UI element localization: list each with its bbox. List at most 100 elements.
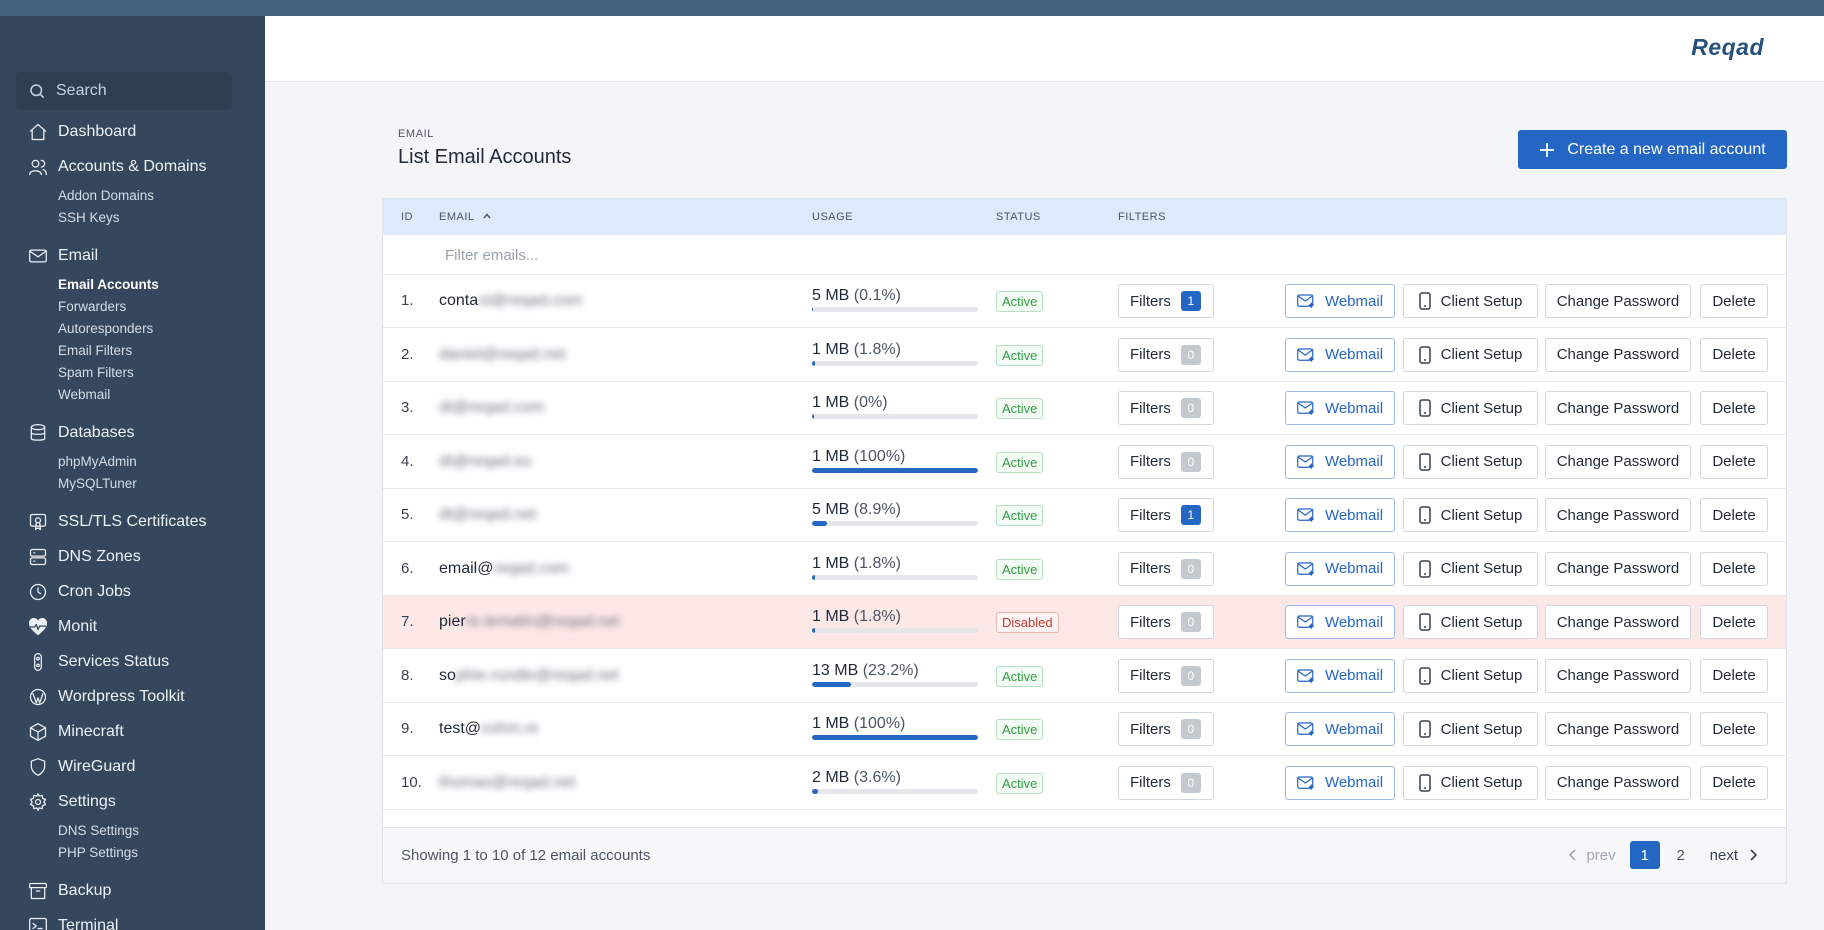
sidebar-item-minecraft[interactable]: Minecraft <box>0 714 265 749</box>
filters-button[interactable]: Filters 0 <box>1118 658 1214 693</box>
sidebar-subitem-autoresponders[interactable]: Autoresponders <box>0 317 265 339</box>
delete-button[interactable]: Delete <box>1700 498 1768 532</box>
filters-button[interactable]: Filters 0 <box>1118 765 1214 800</box>
client-setup-button[interactable]: Client Setup <box>1403 284 1538 318</box>
sidebar-item-wordpress-toolkit[interactable]: Wordpress Toolkit <box>0 679 265 714</box>
client-setup-label: Client Setup <box>1440 560 1523 577</box>
delete-button[interactable]: Delete <box>1700 284 1768 318</box>
webmail-button[interactable]: Webmail <box>1285 765 1395 800</box>
create-email-account-button[interactable]: Create a new email account <box>1518 130 1787 169</box>
webmail-button[interactable]: Webmail <box>1285 712 1395 746</box>
filters-count-badge: 1 <box>1180 291 1201 311</box>
page-1-button[interactable]: 1 <box>1629 841 1660 869</box>
email-redacted: daniel@reqad.net <box>439 345 566 363</box>
sidebar-subitem-webmail[interactable]: Webmail <box>0 383 265 405</box>
column-filters[interactable]: FILTERS <box>1118 211 1166 223</box>
page-2-button[interactable]: 2 <box>1666 841 1696 869</box>
column-usage[interactable]: USAGE <box>812 211 853 223</box>
sidebar-subitem-dns-settings[interactable]: DNS Settings <box>0 819 265 841</box>
change-password-button[interactable]: Change Password <box>1545 498 1691 532</box>
sidebar-subitem-mysqltuner[interactable]: MySQLTuner <box>0 472 265 494</box>
pagination: prev 1 2 next <box>1568 841 1758 869</box>
filters-count-badge: 1 <box>1180 505 1201 525</box>
delete-button[interactable]: Delete <box>1700 551 1768 586</box>
column-email[interactable]: EMAIL <box>439 211 492 223</box>
change-password-button[interactable]: Change Password <box>1545 284 1691 318</box>
delete-button[interactable]: Delete <box>1700 712 1768 746</box>
table-footer: Showing 1 to 10 of 12 email accounts pre… <box>383 827 1786 883</box>
client-setup-button[interactable]: Client Setup <box>1403 658 1538 693</box>
column-status[interactable]: STATUS <box>996 211 1041 223</box>
client-setup-button[interactable]: Client Setup <box>1403 765 1538 800</box>
sidebar-subitem-addon-domains[interactable]: Addon Domains <box>0 184 265 206</box>
sidebar-subitem-email-accounts[interactable]: Email Accounts <box>0 273 265 295</box>
pagination-prev[interactable]: prev <box>1568 847 1616 864</box>
sidebar-item-accounts-domains[interactable]: Accounts & Domains <box>0 149 265 184</box>
change-password-button[interactable]: Change Password <box>1545 444 1691 479</box>
webmail-button[interactable]: Webmail <box>1285 498 1395 532</box>
sidebar-item-settings[interactable]: Settings <box>0 784 265 819</box>
filters-button[interactable]: Filters 0 <box>1118 337 1214 372</box>
sidebar-item-label: Dashboard <box>58 122 137 140</box>
sidebar-item-ssl-tls-certificates[interactable]: SSL/TLS Certificates <box>0 504 265 539</box>
client-setup-button[interactable]: Client Setup <box>1403 712 1538 746</box>
delete-button[interactable]: Delete <box>1700 765 1768 800</box>
webmail-button[interactable]: Webmail <box>1285 284 1395 318</box>
sidebar-item-cron-jobs[interactable]: Cron Jobs <box>0 574 265 609</box>
webmail-button[interactable]: Webmail <box>1285 444 1395 479</box>
column-id[interactable]: ID <box>401 211 413 223</box>
delete-button[interactable]: Delete <box>1700 337 1768 372</box>
client-setup-button[interactable]: Client Setup <box>1403 391 1538 425</box>
pagination-next[interactable]: next <box>1710 847 1758 864</box>
sidebar-subitem-spam-filters[interactable]: Spam Filters <box>0 361 265 383</box>
sidebar-search[interactable]: Search <box>16 72 232 110</box>
sidebar-subitem-php-settings[interactable]: PHP Settings <box>0 841 265 863</box>
change-password-button[interactable]: Change Password <box>1545 337 1691 372</box>
filter-emails-input[interactable] <box>445 243 1045 267</box>
change-password-button[interactable]: Change Password <box>1545 551 1691 586</box>
client-setup-button[interactable]: Client Setup <box>1403 498 1538 532</box>
sidebar-item-monit[interactable]: Monit <box>0 609 265 644</box>
sidebar-item-email[interactable]: Email <box>0 238 265 273</box>
delete-button[interactable]: Delete <box>1700 444 1768 479</box>
sidebar-subitem-forwarders[interactable]: Forwarders <box>0 295 265 317</box>
filters-button[interactable]: Filters 0 <box>1118 444 1214 479</box>
client-setup-button[interactable]: Client Setup <box>1403 551 1538 586</box>
filters-button[interactable]: Filters 0 <box>1118 391 1214 425</box>
status-badge: Active <box>996 291 1044 312</box>
webmail-button[interactable]: Webmail <box>1285 337 1395 372</box>
sidebar-item-dashboard[interactable]: Dashboard <box>0 114 265 149</box>
webmail-button[interactable]: Webmail <box>1285 551 1395 586</box>
webmail-button[interactable]: Webmail <box>1285 605 1395 639</box>
change-password-button[interactable]: Change Password <box>1545 605 1691 639</box>
email-redacted: dt@reqad.com <box>439 399 545 416</box>
delete-button[interactable]: Delete <box>1700 658 1768 693</box>
sidebar-item-services-status[interactable]: Services Status <box>0 644 265 679</box>
brand-logo[interactable]: Reqad <box>1691 34 1764 61</box>
sidebar-item-terminal[interactable]: Terminal <box>0 908 265 930</box>
change-password-button[interactable]: Change Password <box>1545 391 1691 425</box>
webmail-button[interactable]: Webmail <box>1285 391 1395 425</box>
filters-button[interactable]: Filters 1 <box>1118 284 1214 318</box>
sidebar-item-databases[interactable]: Databases <box>0 415 265 450</box>
client-setup-button[interactable]: Client Setup <box>1403 605 1538 639</box>
sidebar-subitem-phpmyadmin[interactable]: phpMyAdmin <box>0 450 265 472</box>
filters-button[interactable]: Filters 0 <box>1118 605 1214 639</box>
filters-button[interactable]: Filters 1 <box>1118 498 1214 532</box>
client-setup-button[interactable]: Client Setup <box>1403 444 1538 479</box>
change-password-button[interactable]: Change Password <box>1545 765 1691 800</box>
change-password-button[interactable]: Change Password <box>1545 658 1691 693</box>
sidebar-item-dns-zones[interactable]: DNS Zones <box>0 539 265 574</box>
sidebar-item-backup[interactable]: Backup <box>0 873 265 908</box>
email-redacted: dt@reqad.net <box>439 506 537 523</box>
delete-button[interactable]: Delete <box>1700 391 1768 425</box>
webmail-button[interactable]: Webmail <box>1285 658 1395 693</box>
delete-button[interactable]: Delete <box>1700 605 1768 639</box>
sidebar-subitem-email-filters[interactable]: Email Filters <box>0 339 265 361</box>
filters-button[interactable]: Filters 0 <box>1118 712 1214 746</box>
change-password-button[interactable]: Change Password <box>1545 712 1691 746</box>
filters-button[interactable]: Filters 0 <box>1118 551 1214 586</box>
sidebar-item-wireguard[interactable]: WireGuard <box>0 749 265 784</box>
client-setup-button[interactable]: Client Setup <box>1403 337 1538 372</box>
sidebar-subitem-ssh-keys[interactable]: SSH Keys <box>0 206 265 228</box>
